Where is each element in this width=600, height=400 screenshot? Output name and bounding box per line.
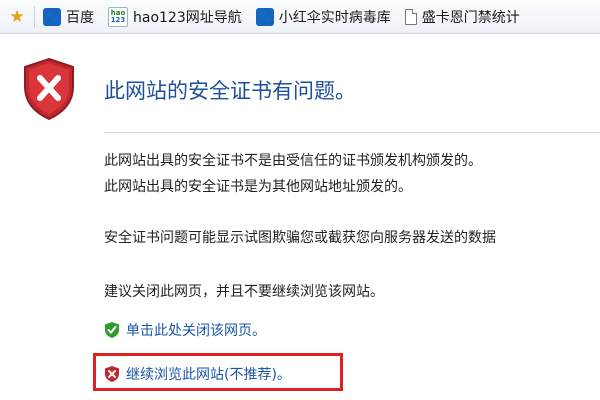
favorite-label: 小红伞实时病毒库: [278, 9, 391, 26]
title-divider: [104, 132, 600, 133]
close-page-row: 单击此处关闭该网页。: [104, 320, 266, 340]
favorite-hao123[interactable]: hao 123 hao123网址导航: [108, 5, 242, 29]
recommendation-text: 建议关闭此网页，并且不要继续浏览该网站。: [104, 284, 384, 300]
favorite-label: hao123网址导航: [133, 9, 242, 26]
error-line-mismatched-address: 此网站出具的安全证书是为其他网站地址颁发的。: [104, 179, 412, 195]
error-line-interception-warning: 安全证书问题可能显示试图欺骗您或截获您向服务器发送的数据: [104, 230, 496, 246]
error-line-untrusted-ca: 此网站出具的安全证书不是由受信任的证书颁发机构颁发的。: [104, 153, 482, 169]
favorite-label: 盛卡恩门禁统计: [421, 9, 520, 26]
certificate-error-page: 此网站的安全证书有问题。 此网站出具的安全证书不是由受信任的证书颁发机构颁发的。…: [0, 35, 600, 400]
close-page-link[interactable]: 单击此处关闭该网页。: [126, 320, 266, 340]
favorite-access-stats[interactable]: 盛卡恩门禁统计: [404, 5, 520, 29]
favorite-label: 百度: [66, 9, 94, 26]
shield-error-icon: [24, 57, 74, 121]
baidu-paw-icon: 🐾: [43, 7, 61, 26]
favorites-separator: [34, 5, 35, 28]
page-icon: [404, 8, 417, 25]
highlight-box: [93, 353, 343, 391]
favorite-avira-virus-db[interactable]: 🐾 小红伞实时病毒库: [255, 5, 391, 29]
favorite-baidu[interactable]: 🐾 百度: [43, 5, 94, 29]
paw-icon: 🐾: [255, 7, 274, 26]
page-title: 此网站的安全证书有问题。: [104, 79, 356, 103]
favorites-bar: ★ 🐾 百度 hao 123 hao123网址导航 🐾 小红伞实时病毒库 盛卡恩…: [0, 0, 600, 34]
hao123-icon: hao 123: [108, 6, 128, 27]
shield-check-icon: [105, 322, 119, 338]
favorites-star-icon[interactable]: ★: [6, 6, 28, 28]
